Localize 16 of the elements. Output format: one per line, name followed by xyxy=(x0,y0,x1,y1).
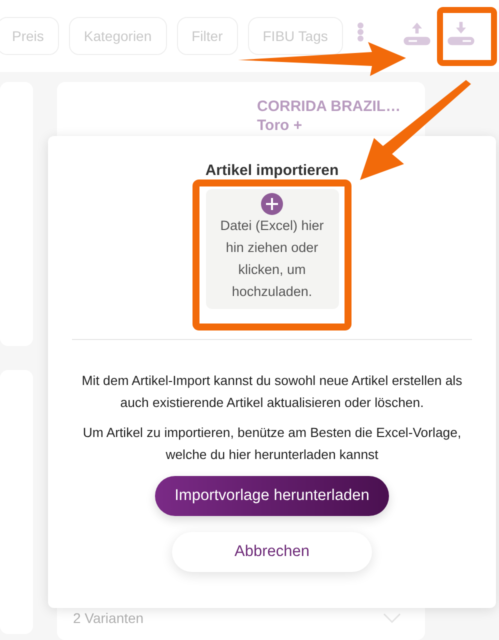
info-text: Mit dem Artikel-Import kannst du sowohl neue Artikel erstellen als auch existierende Artikel aktualisieren oder löschen. xyxy=(80,372,464,412)
cancel-button[interactable]: Abbrechen xyxy=(172,532,372,572)
product-title: CORRIDA BRAZIL… xyxy=(257,98,402,115)
plus-icon xyxy=(261,193,283,215)
download-icon[interactable] xyxy=(446,20,476,46)
chevron-down-icon[interactable] xyxy=(383,613,401,623)
highlight-frame xyxy=(437,7,497,66)
variants-label: 2 Varianten xyxy=(73,610,144,626)
product-subtitle: Toro + xyxy=(257,117,304,134)
dialog-title: Artikel importieren xyxy=(205,162,339,179)
download-template-button[interactable]: Importvorlage herunterladen xyxy=(155,476,389,516)
more-icon[interactable] xyxy=(356,22,364,42)
upload-icon[interactable] xyxy=(402,20,432,46)
dropzone-text: Datei (Excel) hier hin ziehen oder klicken, um hochzuladen. xyxy=(219,217,325,301)
info-text: Um Artikel zu importieren, benütze am Besten die Excel-Vorlage, welche du hier herunterladen kannst xyxy=(82,424,462,464)
file-dropzone[interactable]: Datei (Excel) hier hin ziehen oder klicken, um hochzuladen. xyxy=(206,189,338,309)
